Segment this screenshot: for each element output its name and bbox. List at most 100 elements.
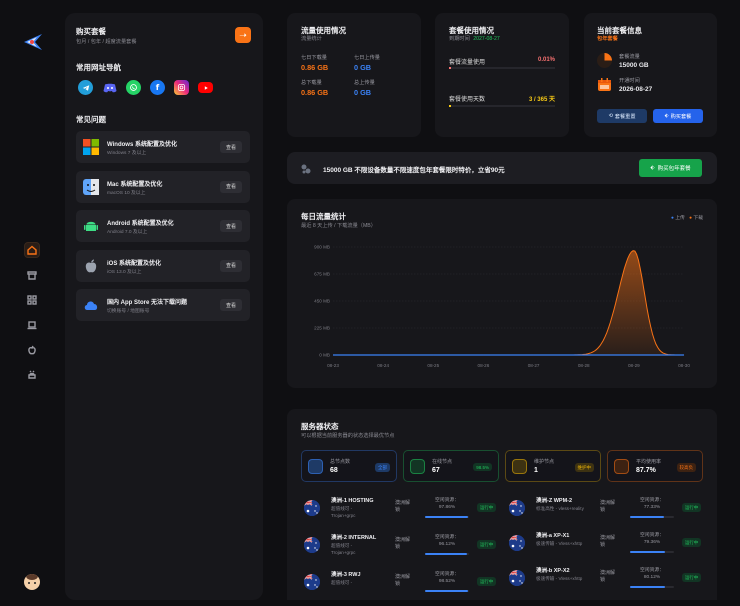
stat-box[interactable]: 维护节点 1 维护中 [505, 450, 601, 482]
faq-item[interactable]: 国内 App Store 无法下载问题切换账号 / 地图账号查看 [76, 289, 250, 321]
usage-label: 空闲资源： [424, 497, 470, 504]
traffic-value: 0 GB [354, 63, 371, 72]
usage-value: 96.12% [424, 541, 470, 548]
stat-badge: 98.5% [473, 463, 492, 471]
plan-start-label: 开通时间 [619, 77, 640, 84]
faq-item-title: Mac 系统配置及优化 [107, 179, 162, 188]
tag-icon: ⬖ [665, 113, 669, 119]
faq-item-title: 国内 App Store 无法下载问题 [107, 297, 187, 306]
stat-badge: 维护中 [575, 463, 595, 472]
usage-bar-fill [630, 516, 664, 518]
usage-bar-fill [425, 553, 467, 555]
traffic-value: 0.86 GB [301, 88, 328, 97]
faq-item-subtitle: iOS 13.0 及以上 [107, 268, 141, 275]
buy-yearly-label: 购买包年套餐 [658, 164, 691, 172]
finder-icon [83, 179, 99, 195]
android-icon[interactable] [24, 367, 40, 383]
app-logo[interactable] [23, 33, 43, 51]
stat-box[interactable]: 平均使用率87.7%较高负 [607, 450, 703, 482]
faq-item[interactable]: Windows 系统配置及优化Windows 7 及以上查看 [76, 131, 250, 163]
server-name: 澳洲-Z WPM-2 [536, 497, 584, 505]
server-row[interactable]: 澳洲-Z WPM-2标准高性 - vless+reality澳洲解锁空闲资源：7… [509, 496, 709, 532]
refresh-icon: ⟲ [608, 113, 612, 119]
faq-item[interactable]: Android 系统配置及优化Android 7.0 及以上查看 [76, 210, 250, 242]
x-tick-label: 08-27 [528, 363, 540, 368]
traffic-area-chart: 0 MB225 MB450 MB675 MB900 MB08-2308-2408… [287, 199, 717, 388]
server-row[interactable]: 澳洲-a XP-X1极速传输 - Vless+xhttp澳洲解锁空闲资源：79.… [509, 531, 709, 567]
arrow-right-icon: ➝ [239, 30, 247, 41]
server-line: 极速传输 - Vless+xhttp [536, 576, 582, 582]
facebook-icon[interactable]: f [150, 80, 165, 95]
faq-item-title: Windows 系统配置及优化 [107, 139, 177, 148]
faq-item[interactable]: Mac 系统配置及优化macOS 10 及以上查看 [76, 171, 250, 203]
telegram-icon[interactable] [78, 80, 93, 95]
stat-value: 1 [534, 467, 538, 474]
buy-yearly-button[interactable]: ⬖ 购买包年套餐 [639, 159, 702, 177]
y-tick-label: 675 MB [314, 272, 330, 277]
server-protocol: Trojan+grpc [331, 550, 355, 555]
usage-label: 空闲资源： [424, 534, 470, 541]
server-type: 澳洲解锁 [600, 535, 616, 549]
traffic-value: 0.86 GB [301, 63, 328, 72]
australia-flag-icon [304, 537, 320, 553]
stat-box[interactable]: 总节点数68全部 [301, 450, 397, 482]
faq-item-subtitle: Android 7.0 及以上 [107, 228, 147, 235]
store-icon[interactable] [24, 267, 40, 283]
usage-bar [425, 590, 469, 592]
usage-value: 77.33% [629, 504, 675, 511]
stat-label: 在线节点 [432, 458, 452, 465]
traffic-label: 总下载量 [301, 79, 322, 86]
grid-icon[interactable] [24, 292, 40, 308]
faq-title: 常见问题 [76, 114, 106, 125]
server-row[interactable]: 澳洲-1 HOSTING超值线可 -Trojan+grpc澳洲解锁空闲资源：97… [304, 496, 504, 532]
x-tick-label: 08-25 [427, 363, 439, 368]
youtube-icon[interactable] [198, 82, 213, 93]
usage-value: 79.36% [629, 539, 675, 546]
buy-arrow-button[interactable]: ➝ [235, 27, 251, 43]
australia-flag-icon [304, 574, 320, 590]
buy-plan-button[interactable]: ⬖购买套餐 [653, 109, 703, 123]
check-circle-icon [410, 459, 425, 474]
usage-row-value: 0.01% [538, 57, 555, 63]
whatsapp-icon[interactable] [126, 80, 141, 95]
buy-title: 购买套餐 [76, 26, 106, 37]
stat-label: 维护节点 [534, 458, 554, 465]
stat-box[interactable]: 在线节点6798.5% [403, 450, 499, 482]
australia-flag-icon [509, 500, 525, 516]
faq-item[interactable]: iOS 系统配置及优化iOS 13.0 及以上 查看 [76, 250, 250, 282]
plan-type: 包年套餐 [597, 35, 618, 42]
apple-icon[interactable] [24, 342, 40, 358]
faq-item-title: iOS 系统配置及优化 [107, 258, 161, 267]
avatar[interactable] [24, 574, 40, 590]
usage-value: 98.52% [424, 578, 470, 585]
home-icon[interactable] [24, 242, 40, 258]
faq-view-button[interactable]: 查看 [220, 299, 242, 311]
apple-icon [83, 258, 99, 274]
server-line: 极速传输 - Vless+xhttp [536, 541, 582, 547]
plan-traffic-label: 套餐流量 [619, 53, 640, 60]
tag-icon: ⬖ [650, 165, 654, 171]
server-row[interactable]: 澳洲-3 RWJ超值线可 -澳洲解锁空闲资源：98.52%运行中 [304, 570, 504, 606]
faq-view-button[interactable]: 查看 [220, 260, 242, 272]
server-name: 澳洲-1 HOSTING [331, 497, 379, 505]
usage-label: 空闲资源： [629, 532, 675, 539]
server-usage: 空闲资源：77.33% [629, 497, 675, 511]
server-row[interactable]: 澳洲-2 INTERNAL超值线可 -Trojan+grpc澳洲解锁空闲资源：9… [304, 533, 504, 569]
faq-view-button[interactable]: 查看 [220, 181, 242, 193]
discord-icon[interactable] [102, 80, 117, 95]
gift-icon [300, 162, 312, 174]
laptop-icon[interactable] [24, 317, 40, 333]
reset-plan-button[interactable]: ⟲套餐重置 [597, 109, 647, 123]
windows-icon [83, 139, 99, 155]
faq-view-button[interactable]: 查看 [220, 220, 242, 232]
usage-bar [630, 586, 674, 588]
traffic-label: 七日下载量 [301, 54, 327, 61]
instagram-icon[interactable] [174, 80, 189, 95]
server-usage: 空闲资源：79.36% [629, 532, 675, 546]
faq-view-button[interactable]: 查看 [220, 141, 242, 153]
server-row[interactable]: 澳洲-b XP-X2极速传输 - Vless+xhttp澳洲解锁空闲资源：80.… [509, 566, 709, 602]
server-title: 服务器状态 [301, 421, 339, 432]
buy-subtitle: 包月 / 包年 / 超度流量套餐 [76, 38, 137, 45]
usage-row-value: 3 / 365 天 [529, 94, 555, 103]
pie-icon [597, 53, 612, 68]
